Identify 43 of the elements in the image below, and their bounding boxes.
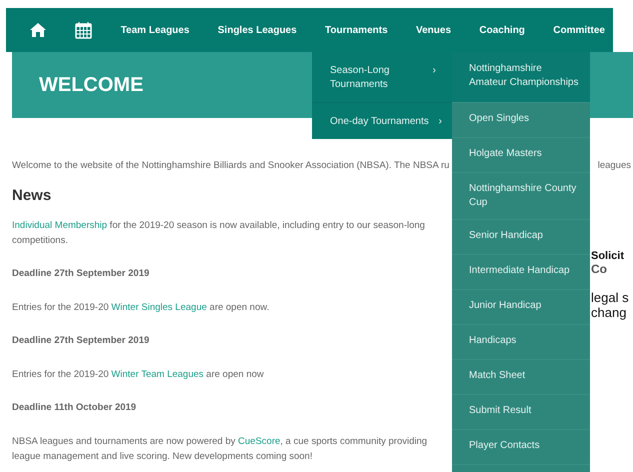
deadline-heading: Deadline 11th October 2019	[12, 402, 138, 413]
news-heading: News	[12, 187, 52, 204]
submenu-item[interactable]: Nottinghamshire Amateur Championships	[452, 52, 590, 103]
dropdown-label: One-day Tournaments	[330, 115, 429, 129]
submenu-item[interactable]: Match Sheet	[452, 360, 590, 395]
dropdown-item[interactable]: Season-Long Tournaments ›	[312, 52, 452, 102]
nav-link[interactable]: Tournaments	[325, 24, 388, 36]
nav-link[interactable]: Team Leagues	[120, 24, 190, 36]
submenu-item[interactable]: Intermediate Handicap	[452, 255, 590, 290]
advert-brand: Solicit	[591, 250, 626, 262]
advert-tagline: legal s	[591, 290, 630, 305]
chevron-icon: ›	[432, 64, 436, 78]
submenu-item[interactable]: Holgate Masters	[452, 138, 590, 173]
news-link[interactable]: CueScore	[238, 436, 280, 447]
submenu-item[interactable]: Submit Result	[452, 395, 590, 430]
nav-link[interactable]: Coaching	[479, 24, 525, 36]
deadline-heading: Deadline 27th September 2019	[12, 268, 150, 279]
chevron-icon: ›	[438, 115, 442, 129]
news-link[interactable]: Winter Team Leagues	[111, 369, 204, 380]
dropdown-label: Season-Long Tournaments	[330, 64, 390, 92]
deadline-heading: Deadline 27th September 2019	[12, 335, 150, 346]
advert-tagline: chang	[591, 305, 628, 320]
calendar-icon[interactable]	[75, 21, 92, 39]
nav-link[interactable]: Committee	[553, 24, 605, 36]
news-link[interactable]: Individual Membership	[12, 220, 108, 231]
submenu-item[interactable]: Handicaps	[452, 325, 590, 360]
home-icon[interactable]	[29, 22, 47, 38]
submenu-item[interactable]: Senior Handicap	[452, 220, 590, 255]
news-paragraph: Individual Membership for the 2019-20 season is now available, including entry to our season-long competitions.	[12, 219, 426, 248]
nav-link[interactable]: Venues	[416, 24, 452, 36]
news-paragraph: Entries for the 2019-20 Winter Team Leagues are open now	[12, 368, 265, 382]
nav-link[interactable]: Singles Leagues	[218, 24, 297, 36]
intro-text: leagues	[598, 160, 631, 171]
banner-title: WELCOME	[39, 74, 144, 96]
submenu-item[interactable]: Open Singles	[452, 103, 590, 138]
intro-text: Welcome to the website of the Nottinghamshire Billiards and Snooker Association (NBSA). The NBSA ru	[12, 160, 450, 171]
submenu-item[interactable]: Player Contacts	[452, 430, 590, 465]
submenu-item[interactable]: Nottinghamshire County Cup	[452, 173, 590, 220]
news-paragraph: NBSA leagues and tournaments are now powered by CueScore, a cue sports community providing league management and live scoring. New developments coming soon!	[12, 435, 428, 464]
advert-subtitle: Co	[591, 262, 608, 276]
submenu-item[interactable]: Junior Handicap	[452, 290, 590, 325]
news-paragraph: Entries for the 2019-20 Winter Singles League are open now.	[12, 301, 270, 315]
news-link[interactable]: Winter Singles League	[111, 302, 207, 313]
